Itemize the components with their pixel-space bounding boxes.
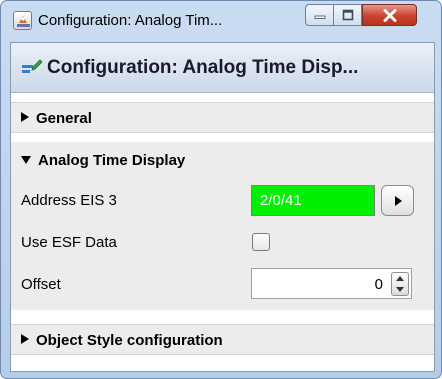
spinner-down-icon[interactable] xyxy=(396,287,404,292)
maximize-button[interactable] xyxy=(334,4,362,26)
close-icon xyxy=(383,8,396,22)
section-object-style-label: Object Style configuration xyxy=(36,332,223,349)
config-panel: Configuration: Analog Time Disp... Gener… xyxy=(10,42,435,372)
edit-config-icon xyxy=(22,59,43,73)
panel-header: Configuration: Analog Time Disp... xyxy=(11,43,434,93)
title-bar[interactable]: Configuration: Analog Tim... xyxy=(1,1,441,41)
address-label: Address EIS 3 xyxy=(21,192,117,209)
window-title: Configuration: Analog Tim... xyxy=(38,12,223,29)
offset-label: Offset xyxy=(21,276,61,293)
address-field[interactable]: 2/0/41 xyxy=(251,185,375,216)
offset-field[interactable]: 0 xyxy=(251,268,412,299)
section-general-label: General xyxy=(36,110,92,127)
collapse-arrow-icon xyxy=(21,156,31,164)
panel-title: Configuration: Analog Time Disp... xyxy=(47,57,359,78)
expand-arrow-icon xyxy=(21,112,29,122)
address-browse-button[interactable] xyxy=(381,185,414,216)
config-window: Configuration: Analog Tim... Configurati… xyxy=(0,0,442,379)
maximize-icon xyxy=(342,9,353,21)
close-button[interactable] xyxy=(362,4,417,26)
use-esf-checkbox[interactable] xyxy=(252,233,270,251)
app-window-icon[interactable] xyxy=(13,11,32,30)
spinner-up-icon[interactable] xyxy=(396,276,404,281)
play-arrow-icon xyxy=(394,195,402,206)
section-analog-time-display: Analog Time Display Address EIS 3 2/0/41… xyxy=(11,142,434,310)
section-analog-label: Analog Time Display xyxy=(38,152,186,169)
section-general[interactable]: General xyxy=(11,102,434,133)
expand-arrow-icon xyxy=(21,334,29,344)
minimize-button[interactable] xyxy=(305,4,334,26)
offset-spinner[interactable] xyxy=(391,272,409,296)
offset-value: 0 xyxy=(374,276,383,293)
section-object-style[interactable]: Object Style configuration xyxy=(11,324,434,355)
section-analog-header[interactable]: Analog Time Display xyxy=(21,152,185,169)
minimize-icon xyxy=(314,15,325,19)
use-esf-label: Use ESF Data xyxy=(21,234,117,251)
